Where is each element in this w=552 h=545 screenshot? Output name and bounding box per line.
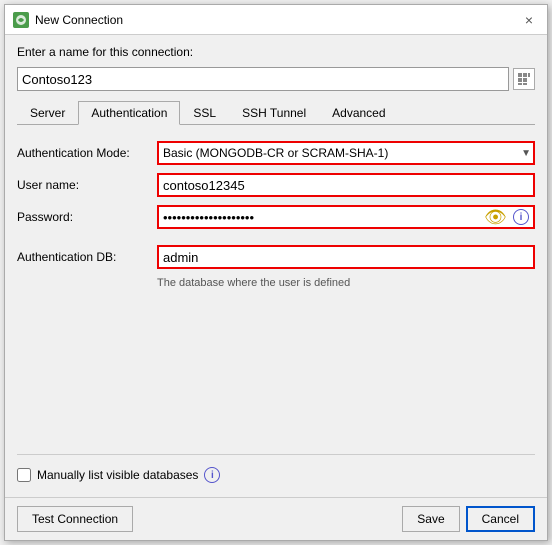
auth-mode-select-wrapper: Basic (MONGODB-CR or SCRAM-SHA-1) SCRAM-… — [157, 141, 535, 165]
test-connection-button[interactable]: Test Connection — [17, 506, 133, 532]
dialog-footer: Test Connection Save Cancel — [5, 497, 547, 540]
auth-db-hint: The database where the user is defined — [157, 277, 535, 289]
spacer-1 — [17, 237, 535, 245]
save-button[interactable]: Save — [402, 506, 459, 532]
password-input[interactable] — [157, 205, 535, 229]
tab-server[interactable]: Server — [17, 101, 78, 125]
connection-name-input[interactable] — [17, 67, 509, 91]
auth-mode-label: Authentication Mode: — [17, 146, 157, 160]
auth-mode-row: Authentication Mode: Basic (MONGODB-CR o… — [17, 141, 535, 165]
cancel-button[interactable]: Cancel — [466, 506, 535, 532]
dialog-title: New Connection — [35, 13, 519, 27]
tab-advanced[interactable]: Advanced — [319, 101, 398, 125]
auth-mode-select[interactable]: Basic (MONGODB-CR or SCRAM-SHA-1) SCRAM-… — [157, 141, 535, 165]
close-button[interactable]: × — [519, 10, 539, 30]
tab-ssh-tunnel[interactable]: SSH Tunnel — [229, 101, 319, 125]
username-input[interactable] — [157, 173, 535, 197]
auth-db-row: Authentication DB: — [17, 245, 535, 269]
password-info-circle[interactable]: i — [513, 209, 529, 225]
username-row: User name: — [17, 173, 535, 197]
password-row: Password: 👁 i — [17, 205, 535, 229]
username-field — [157, 173, 535, 197]
password-info-icon[interactable]: i — [513, 209, 529, 225]
content-spacer — [17, 297, 535, 446]
auth-db-label: Authentication DB: — [17, 250, 157, 264]
tab-authentication[interactable]: Authentication — [78, 101, 180, 125]
grid-icon-button[interactable] — [513, 68, 535, 90]
show-password-icon[interactable]: 👁 — [484, 207, 507, 228]
auth-db-input[interactable] — [157, 245, 535, 269]
dialog-body: Enter a name for this connection: Server… — [5, 35, 547, 497]
tab-ssl[interactable]: SSL — [180, 101, 229, 125]
title-bar: New Connection × — [5, 5, 547, 35]
password-field: 👁 i — [157, 205, 535, 229]
connection-name-row — [17, 67, 535, 91]
tabs-bar: Server Authentication SSL SSH Tunnel Adv… — [17, 101, 535, 125]
connection-name-label: Enter a name for this connection: — [17, 45, 535, 59]
username-label: User name: — [17, 178, 157, 192]
app-icon — [13, 12, 29, 28]
password-label: Password: — [17, 210, 157, 224]
tab-content-authentication: Authentication Mode: Basic (MONGODB-CR o… — [17, 131, 535, 487]
checkbox-row: Manually list visible databases i — [17, 467, 535, 483]
auth-db-field — [157, 245, 535, 269]
manually-list-checkbox[interactable] — [17, 468, 31, 482]
dialog-window: New Connection × Enter a name for this c… — [4, 4, 548, 541]
divider — [17, 454, 535, 455]
checkbox-label: Manually list visible databases — [37, 468, 198, 482]
checkbox-info-icon[interactable]: i — [204, 467, 220, 483]
footer-right: Save Cancel — [402, 506, 535, 532]
